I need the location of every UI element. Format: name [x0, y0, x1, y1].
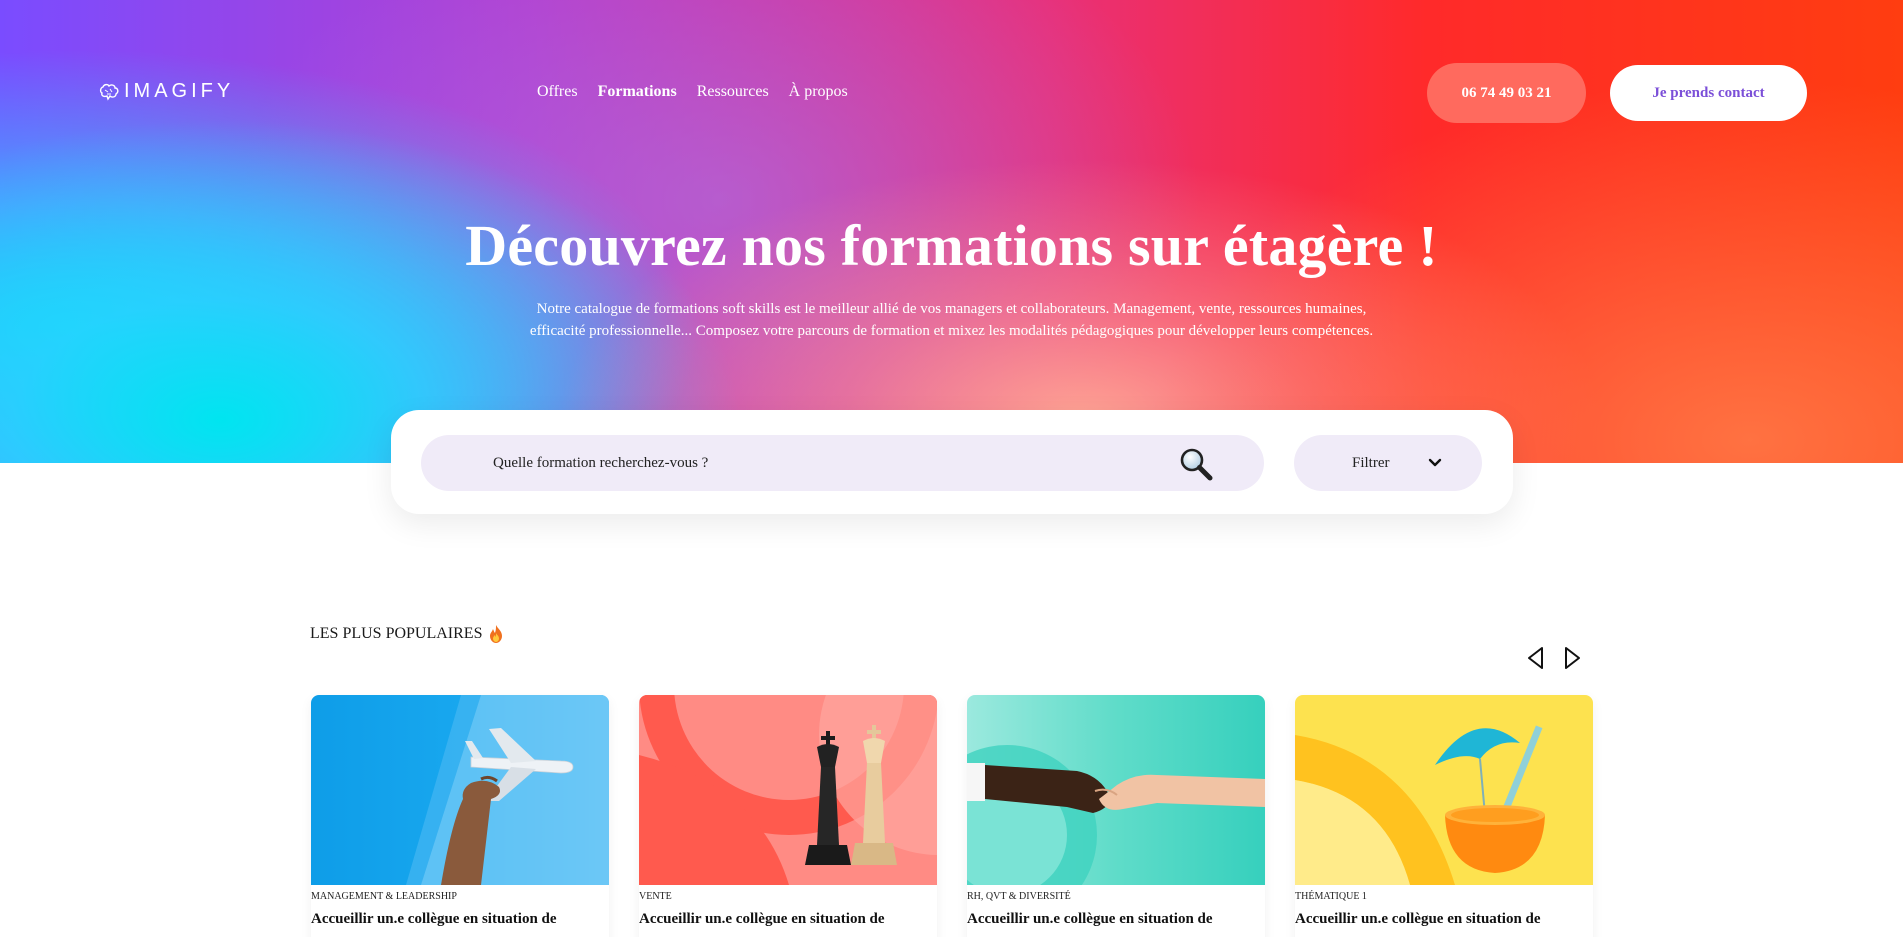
logo-text: IMAGIFY — [124, 80, 235, 102]
card-image-orange — [1295, 695, 1593, 885]
course-card[interactable]: RH, QVT & DIVERSITÉ Accueillir un.e coll… — [967, 695, 1265, 937]
carousel-controls — [1524, 646, 1584, 670]
nav-ressources[interactable]: Ressources — [697, 83, 769, 101]
nav-a-propos[interactable]: À propos — [789, 83, 848, 101]
main-nav: Offres Formations Ressources À propos — [537, 83, 848, 101]
search-icon[interactable] — [1178, 446, 1214, 482]
phone-button[interactable]: 06 74 49 03 21 — [1427, 63, 1586, 123]
chevron-down-icon — [1428, 458, 1442, 467]
card-category: THÉMATIQUE 1 — [1295, 891, 1367, 902]
section-title: LES PLUS POPULAIRES — [310, 624, 504, 644]
nav-offres[interactable]: Offres — [537, 83, 578, 101]
brain-icon — [99, 83, 119, 101]
search-placeholder: Quelle formation recherchez-vous ? — [493, 454, 709, 471]
page-title: Découvrez nos formations sur étagère ! — [465, 213, 1438, 278]
card-title: Accueillir un.e collègue en situation de — [1295, 911, 1541, 927]
nav-formations[interactable]: Formations — [598, 83, 677, 101]
section-title-text: LES PLUS POPULAIRES — [310, 625, 483, 642]
filter-dropdown[interactable]: Filtrer — [1294, 435, 1482, 491]
arrow-left-icon[interactable] — [1524, 646, 1548, 670]
course-card[interactable]: VENTE Accueillir un.e collègue en situat… — [639, 695, 937, 937]
card-image-chess — [639, 695, 937, 885]
card-category: RH, QVT & DIVERSITÉ — [967, 891, 1071, 902]
card-title: Accueillir un.e collègue en situation de — [311, 911, 557, 927]
card-title: Accueillir un.e collègue en situation de — [639, 911, 885, 927]
contact-button[interactable]: Je prends contact — [1610, 65, 1807, 121]
card-image-airplane — [311, 695, 609, 885]
filter-label: Filtrer — [1352, 454, 1390, 471]
search-panel: Quelle formation recherchez-vous ? Filtr… — [391, 410, 1513, 514]
fire-icon — [490, 625, 503, 643]
logo[interactable]: IMAGIFY — [98, 80, 234, 103]
hero-subtitle: Notre catalogue de formations soft skill… — [529, 301, 1374, 339]
course-card[interactable]: THÉMATIQUE 1 Accueillir un.e collègue en… — [1295, 695, 1593, 937]
card-title: Accueillir un.e collègue en situation de — [967, 911, 1213, 927]
search-input[interactable]: Quelle formation recherchez-vous ? — [421, 435, 1264, 491]
card-category: VENTE — [639, 891, 672, 902]
arrow-right-icon[interactable] — [1560, 646, 1584, 670]
course-card[interactable]: MANAGEMENT & LEADERSHIP Accueillir un.e … — [311, 695, 609, 937]
card-image-handshake — [967, 695, 1265, 885]
card-category: MANAGEMENT & LEADERSHIP — [311, 891, 457, 902]
course-carousel: MANAGEMENT & LEADERSHIP Accueillir un.e … — [311, 695, 1593, 937]
